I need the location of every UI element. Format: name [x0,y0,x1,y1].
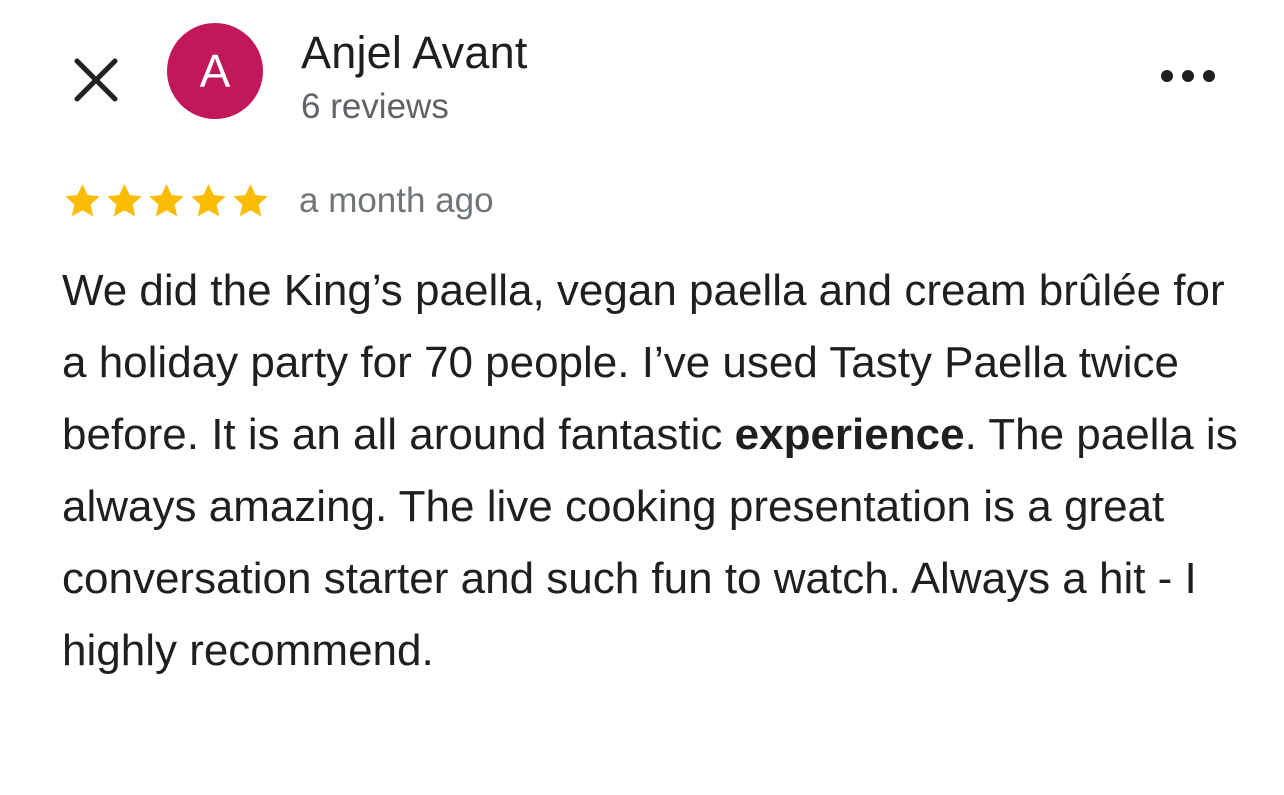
author-review-count: 6 reviews [301,87,449,126]
close-icon [74,58,118,102]
review-text-highlight: experience [734,410,965,459]
avatar[interactable]: A [167,23,263,119]
review-timestamp: a month ago [299,181,494,220]
star-icon [146,181,187,221]
author-name[interactable]: Anjel Avant [301,27,528,79]
star-icon [104,181,145,221]
avatar-initial: A [199,45,231,97]
more-horizontal-icon [1161,70,1173,82]
more-options-button[interactable] [1152,56,1224,96]
review-header: A Anjel Avant 6 reviews [0,0,1284,150]
close-button[interactable] [64,46,128,110]
more-horizontal-icon [1203,70,1215,82]
rating-row: a month ago [62,176,494,226]
star-icon [62,181,103,221]
star-rating [62,181,271,221]
more-horizontal-icon [1182,70,1194,82]
star-icon [188,181,229,221]
review-body: We did the King’s paella, vegan paella a… [62,255,1252,687]
star-icon [230,181,271,221]
